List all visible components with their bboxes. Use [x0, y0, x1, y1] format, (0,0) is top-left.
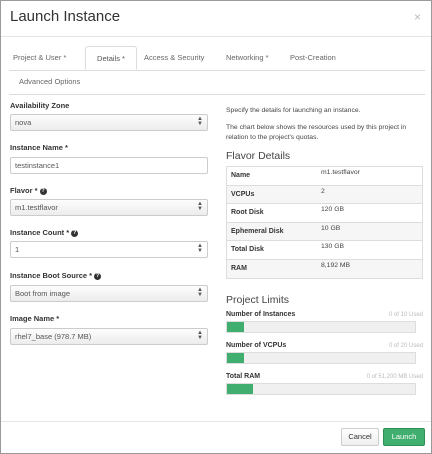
- flavor-key: Name: [231, 172, 251, 179]
- quota-chart-text: The chart below shows the resources used…: [226, 124, 407, 141]
- flavor-details-table: Name m1.testflavor VCPUs 2 Root Disk 120 GB…: [226, 166, 423, 279]
- help-icon[interactable]: ?: [39, 188, 47, 195]
- image-name-label: Image Name *: [10, 314, 60, 323]
- flavor-key: VCPUs: [231, 190, 255, 198]
- stepper-arrows-icon[interactable]: ▲ ▼: [197, 243, 203, 254]
- flavor-key: Total Disk: [231, 246, 264, 253]
- tab-divider: [9, 94, 425, 95]
- boot-source-label: Instance Boot Source *: [10, 271, 93, 280]
- flavor-value: 2: [321, 187, 325, 195]
- flavor-label-row: Flavor *?: [10, 186, 47, 195]
- progress-bar-fill: [227, 353, 244, 363]
- launch-instance-dialog: Launch Instance × Project & User * Detai…: [0, 0, 432, 454]
- boot-source-select[interactable]: Boot from image ▲ ▼: [10, 285, 208, 302]
- progress-bar: [226, 383, 416, 395]
- flavor-select[interactable]: m1.testflavor ▲ ▼: [10, 199, 208, 216]
- flavor-label: Flavor *: [10, 186, 38, 195]
- table-row: Root Disk 120 GB: [227, 204, 422, 223]
- image-name-select[interactable]: rhel7_base (978.7 MB) ▲ ▼: [10, 328, 208, 345]
- tab-project-user[interactable]: Project & User *: [13, 46, 83, 70]
- instance-count-label: Instance Count *: [10, 228, 70, 237]
- progress-bar: [226, 352, 416, 364]
- launch-button[interactable]: Launch: [383, 428, 425, 446]
- tab-networking[interactable]: Networking *: [226, 46, 286, 70]
- flavor-value: 8,192 MB: [321, 261, 351, 269]
- progress-bar-fill: [227, 384, 254, 394]
- boot-source-label-row: Instance Boot Source *?: [10, 271, 102, 280]
- table-row: VCPUs 2: [227, 185, 422, 204]
- table-row: Name m1.testflavor: [227, 167, 422, 186]
- progress-bar-fill: [227, 322, 244, 332]
- dialog-title: Launch Instance: [10, 8, 121, 25]
- tab-details[interactable]: Details *: [85, 46, 137, 70]
- flavor-key: RAM: [231, 264, 247, 272]
- limit-used-text: 0 of 20 Used: [388, 343, 423, 349]
- flavor-details-title: Flavor Details: [226, 150, 291, 162]
- instance-count-value: 1: [15, 245, 20, 254]
- wizard-tabs: Project & User * Details * Access & Secu…: [9, 46, 425, 94]
- limit-used-text: 0 of 51,200 MB Used: [366, 374, 423, 380]
- tab-advanced-options[interactable]: Advanced Options: [19, 70, 99, 94]
- availability-zone-label: Availability Zone: [10, 101, 70, 110]
- limit-label: Total RAM: [226, 373, 261, 380]
- boot-source-value: Boot from image: [15, 289, 71, 298]
- image-name-value: rhel7_base (978.7 MB): [15, 332, 92, 341]
- table-row: Ephemeral Disk 10 GB: [227, 222, 422, 241]
- flavor-value: 10 GB: [321, 224, 341, 232]
- limit-label: Number of Instances: [226, 311, 296, 318]
- instance-count-label-row: Instance Count *?: [10, 228, 79, 237]
- flavor-value: 130 GB: [321, 243, 345, 250]
- tab-access-security[interactable]: Access & Security: [144, 46, 224, 70]
- flavor-value: 120 GB: [321, 206, 345, 213]
- flavor-key: Ephemeral Disk: [231, 227, 284, 235]
- table-row: Total Disk 130 GB: [227, 241, 422, 260]
- close-icon[interactable]: ×: [414, 10, 421, 24]
- instance-count-input[interactable]: 1 ▲ ▼: [10, 241, 208, 258]
- select-arrows-icon: ▲ ▼: [197, 116, 203, 127]
- flavor-value: m1.testflavor: [321, 169, 360, 176]
- progress-bar: [226, 321, 416, 333]
- select-arrows-icon: ▲ ▼: [197, 330, 203, 341]
- flavor-key: Root Disk: [231, 209, 264, 216]
- availability-zone-select[interactable]: nova ▲ ▼: [10, 114, 208, 131]
- limit-used-text: 0 of 10 Used: [388, 312, 423, 318]
- footer-divider: [1, 421, 431, 422]
- instance-name-input[interactable]: testinstance1: [10, 157, 208, 174]
- project-limits-title: Project Limits: [226, 294, 290, 306]
- specify-details-text: Specify the details for launching an ins…: [226, 107, 361, 114]
- help-icon[interactable]: ?: [71, 230, 79, 237]
- flavor-value: m1.testflavor: [15, 203, 58, 212]
- dialog-header: Launch Instance ×: [1, 1, 431, 37]
- select-arrows-icon: ▲ ▼: [197, 287, 203, 298]
- limit-label: Number of VCPUs: [226, 342, 287, 349]
- table-row: RAM 8,192 MB: [227, 259, 422, 278]
- availability-zone-value: nova: [15, 118, 32, 127]
- select-arrows-icon: ▲ ▼: [197, 201, 203, 212]
- cancel-button[interactable]: Cancel: [341, 428, 379, 446]
- help-icon[interactable]: ?: [94, 273, 102, 280]
- instance-name-label: Instance Name *: [10, 143, 68, 152]
- tab-post-creation[interactable]: Post-Creation: [290, 46, 350, 70]
